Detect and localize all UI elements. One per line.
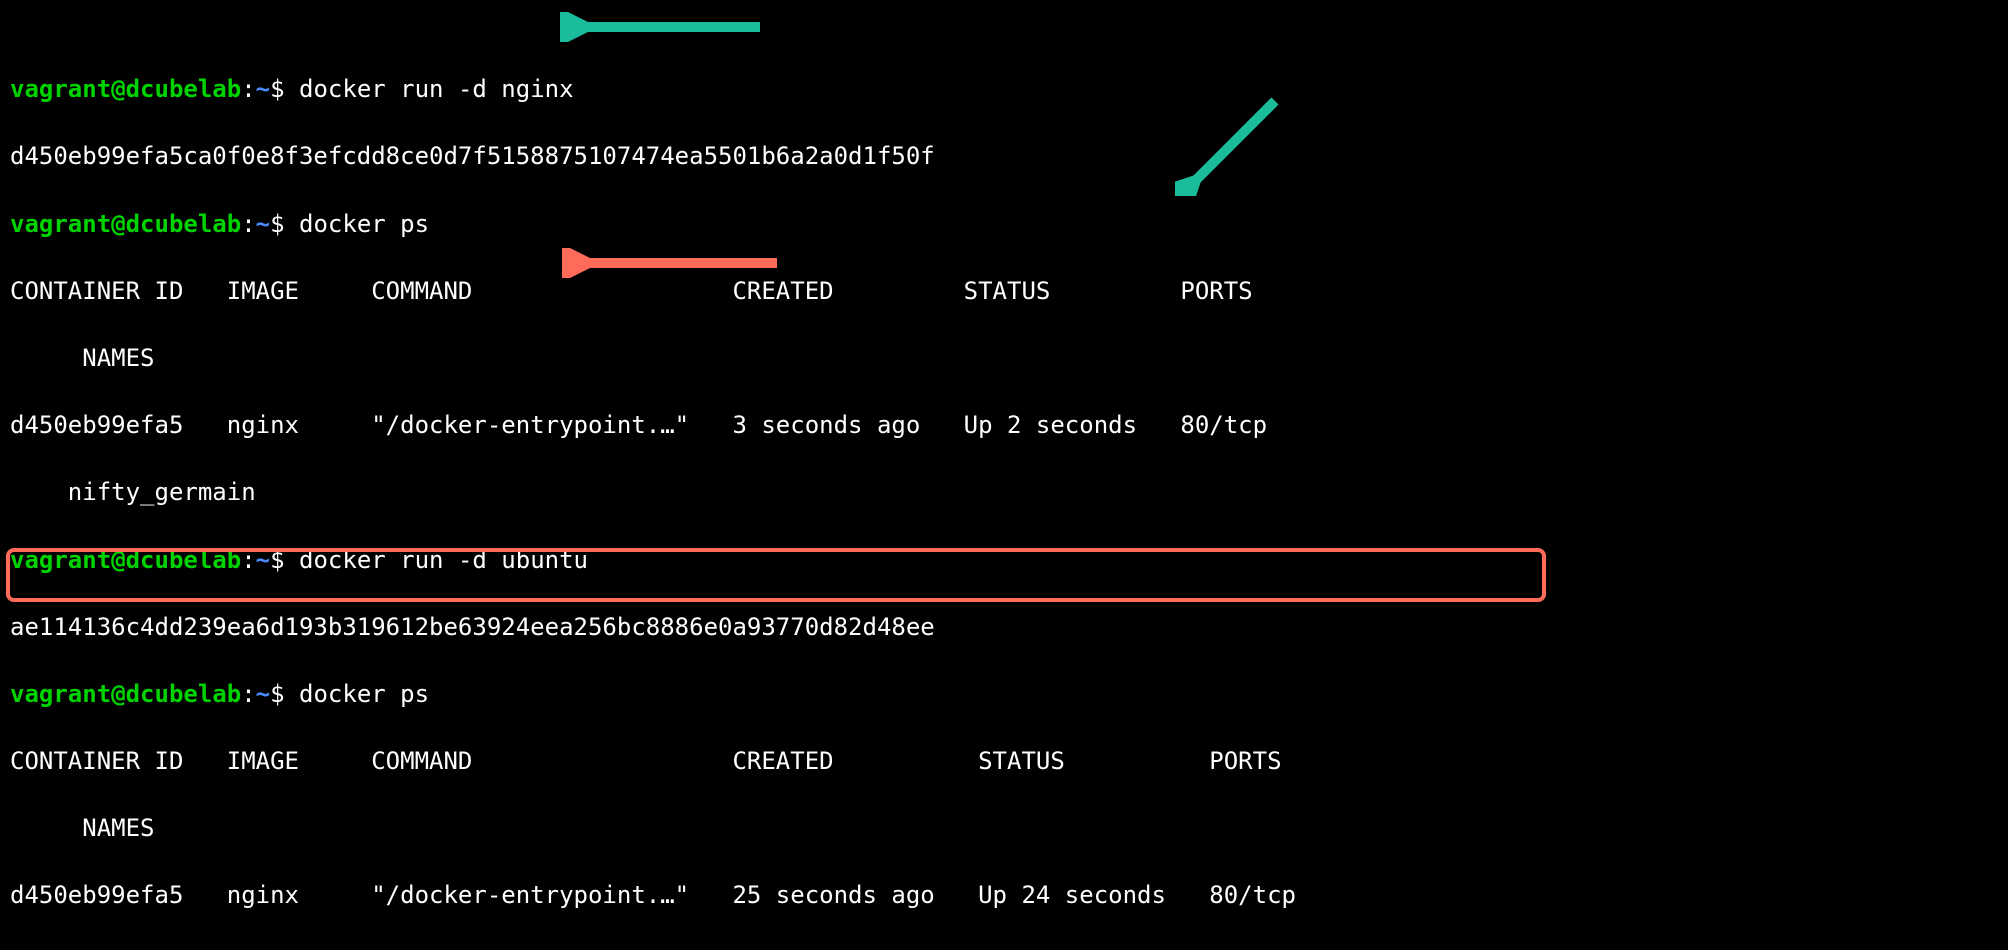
prompt-at: @ bbox=[111, 75, 125, 103]
prompt-dollar: $ bbox=[270, 210, 284, 238]
prompt-host: dcubelab bbox=[126, 680, 242, 708]
command-2: docker ps bbox=[299, 210, 429, 238]
ps-row-2b: nifty_germain bbox=[10, 947, 1998, 950]
ps-row-1a: d450eb99efa5 nginx "/docker-entrypoint.…… bbox=[10, 409, 1998, 443]
prompt-host: dcubelab bbox=[126, 546, 242, 574]
prompt-colon: : bbox=[241, 75, 255, 103]
prompt-line-1: vagrant@dcubelab:~$ docker run -d nginx bbox=[10, 73, 1998, 107]
prompt-path: ~ bbox=[256, 546, 270, 574]
arrow-red-left-icon bbox=[562, 248, 787, 278]
ps-header-1b: NAMES bbox=[10, 342, 1998, 376]
prompt-user: vagrant bbox=[10, 546, 111, 574]
command-1: docker run -d nginx bbox=[299, 75, 574, 103]
prompt-at: @ bbox=[111, 546, 125, 574]
prompt-colon: : bbox=[241, 210, 255, 238]
prompt-dollar: $ bbox=[270, 546, 284, 574]
output-1: d450eb99efa5ca0f0e8f3efcdd8ce0d7f5158875… bbox=[10, 140, 1998, 174]
command-3: docker run -d ubuntu bbox=[299, 546, 588, 574]
prompt-path: ~ bbox=[256, 680, 270, 708]
prompt-line-4: vagrant@dcubelab:~$ docker ps bbox=[10, 678, 1998, 712]
prompt-user: vagrant bbox=[10, 210, 111, 238]
ps-header-2a: CONTAINER ID IMAGE COMMAND CREATED STATU… bbox=[10, 745, 1998, 779]
prompt-dollar: $ bbox=[270, 75, 284, 103]
prompt-line-3: vagrant@dcubelab:~$ docker run -d ubuntu bbox=[10, 544, 1998, 578]
output-3: ae114136c4dd239ea6d193b319612be63924eea2… bbox=[10, 611, 1998, 645]
prompt-colon: : bbox=[241, 680, 255, 708]
prompt-colon: : bbox=[241, 546, 255, 574]
ps-row-2a: d450eb99efa5 nginx "/docker-entrypoint.…… bbox=[10, 879, 1998, 913]
prompt-at: @ bbox=[111, 210, 125, 238]
prompt-user: vagrant bbox=[10, 680, 111, 708]
ps-header-1a: CONTAINER ID IMAGE COMMAND CREATED STATU… bbox=[10, 275, 1998, 309]
prompt-host: dcubelab bbox=[126, 75, 242, 103]
prompt-path: ~ bbox=[256, 75, 270, 103]
prompt-line-2: vagrant@dcubelab:~$ docker ps bbox=[10, 208, 1998, 242]
prompt-dollar: $ bbox=[270, 680, 284, 708]
ps-header-2b: NAMES bbox=[10, 812, 1998, 846]
command-4: docker ps bbox=[299, 680, 429, 708]
prompt-user: vagrant bbox=[10, 75, 111, 103]
ps-row-1b: nifty_germain bbox=[10, 476, 1998, 510]
prompt-path: ~ bbox=[256, 210, 270, 238]
terminal-window[interactable]: vagrant@dcubelab:~$ docker run -d nginx … bbox=[0, 0, 2008, 950]
arrow-teal-left-icon bbox=[560, 12, 770, 42]
prompt-host: dcubelab bbox=[126, 210, 242, 238]
prompt-at: @ bbox=[111, 680, 125, 708]
